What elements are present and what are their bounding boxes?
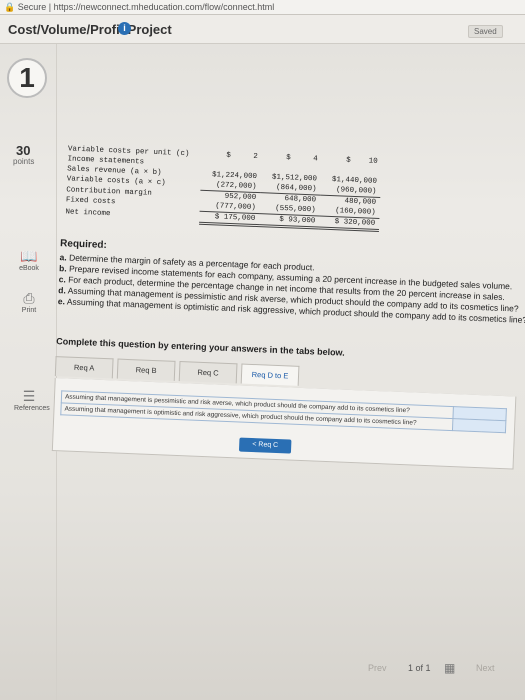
print-button[interactable]: ⎙ Print <box>14 290 44 314</box>
tab-req-a[interactable]: Req A <box>54 356 114 379</box>
cell: $ 93,000 <box>259 213 320 229</box>
page-title: Cost/Volume/Profit Project <box>8 22 172 37</box>
back-to-req-c-button[interactable]: < Req C <box>238 437 292 454</box>
question-number: 1 <box>7 58 47 98</box>
screen: 🔒 Secure | https://newconnect.mheducatio… <box>0 0 525 700</box>
lock-icon: 🔒 <box>4 2 16 12</box>
cell: $ 320,000 <box>318 216 380 231</box>
references-button[interactable]: ☰ References <box>14 388 50 412</box>
points-label: points <box>13 157 35 166</box>
instructions: Complete this question by entering your … <box>56 336 345 358</box>
references-icon: ☰ <box>22 388 36 404</box>
print-label: Print <box>21 307 37 314</box>
required-list: a. Determine the margin of safety as a p… <box>58 252 525 326</box>
ebook-label: eBook <box>19 265 39 272</box>
info-icon[interactable]: i <box>118 22 131 35</box>
question-content: Variable costs per unit (c) $ 2 $ 4 $ 10… <box>34 48 525 700</box>
ebook-button[interactable]: 📖 eBook <box>14 248 44 272</box>
printer-icon: ⎙ <box>23 290 35 306</box>
footer-nav: Prev 1 of 1 ▦ Next <box>0 650 525 700</box>
cell: $ 175,000 <box>199 211 260 226</box>
income-statement: Variable costs per unit (c) $ 2 $ 4 $ 10… <box>61 144 382 232</box>
top-header: Cost/Volume/Profit Project i Saved <box>0 15 525 44</box>
answer-dropdown-optimistic[interactable] <box>452 418 506 433</box>
grid-icon[interactable]: ▦ <box>444 661 455 675</box>
next-button[interactable]: Next <box>476 663 495 673</box>
page-counter: 1 of 1 <box>408 663 431 673</box>
tab-req-c[interactable]: Req C <box>178 361 238 384</box>
saved-badge: Saved <box>468 25 503 38</box>
tab-req-b[interactable]: Req B <box>116 358 176 381</box>
tab-req-d-to-e[interactable]: Req D to E <box>240 363 300 386</box>
url-text: Secure | https://newconnect.mheducation.… <box>17 2 275 12</box>
required-heading: Required: <box>59 238 108 252</box>
prev-button[interactable]: Prev <box>368 663 387 673</box>
income-statement-table: Variable costs per unit (c) $ 2 $ 4 $ 10… <box>61 144 382 232</box>
book-icon: 📖 <box>20 248 38 264</box>
address-bar[interactable]: 🔒 Secure | https://newconnect.mheducatio… <box>0 0 525 15</box>
answer-table: Assuming that management is pessimistic … <box>60 390 507 433</box>
points-value: 30 <box>16 143 31 158</box>
